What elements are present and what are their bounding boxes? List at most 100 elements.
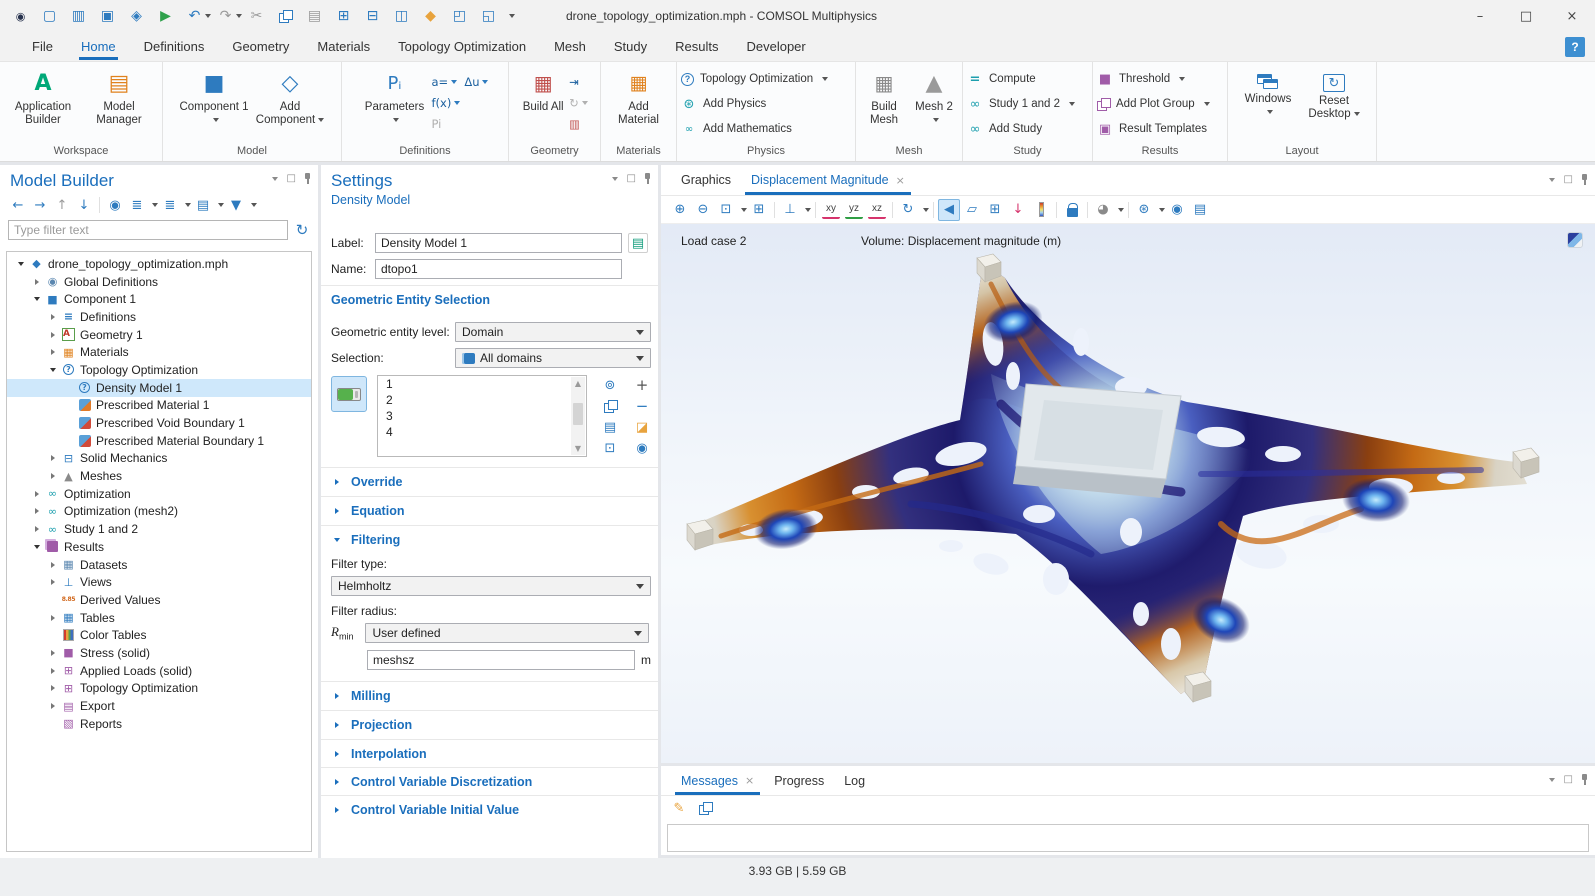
run-button[interactable]: ▶ (151, 3, 180, 29)
panel-pin-icon[interactable] (305, 173, 310, 184)
tree-item-topology-optimization-plot[interactable]: ⊞Topology Optimization (7, 680, 311, 698)
delete-button[interactable]: ⊟ (358, 3, 387, 29)
selection-list-scrollbar[interactable]: ▲ ▼ (571, 377, 585, 455)
filter-dropdown[interactable] (251, 203, 257, 207)
study-1-and-2-button[interactable]: ∞ Study 1 and 2 (963, 95, 1092, 113)
reset-desktop-button[interactable]: ↻ Reset Desktop (1302, 66, 1366, 121)
tree-item-definitions[interactable]: ≡Definitions (7, 308, 311, 326)
tree-item-topology-optimization[interactable]: ?Topology Optimization (7, 361, 311, 379)
show-selection-button[interactable]: ◉ (631, 438, 653, 458)
panel-pin-icon[interactable] (1582, 174, 1587, 185)
menu-home[interactable]: Home (67, 32, 130, 61)
go-forward-button[interactable]: → (30, 195, 50, 215)
create-selection-button[interactable]: ⊚ (599, 375, 621, 395)
close-tab-icon[interactable]: × (745, 774, 754, 787)
tree-item-optimization-mesh2[interactable]: ∞Optimization (mesh2) (7, 503, 311, 521)
menu-geometry[interactable]: Geometry (218, 32, 303, 61)
add-study-button[interactable]: ∞ Add Study (963, 120, 1092, 138)
selection-list-item[interactable]: 2 (378, 392, 586, 408)
virtual-operations-button[interactable]: ▥ (569, 116, 588, 132)
insert-sequence-button[interactable]: ⇥ (569, 74, 588, 90)
move-up-button[interactable]: ↑ (52, 195, 72, 215)
go-to-view-button[interactable]: ⊥ (779, 199, 801, 221)
add-component-button[interactable]: ◇ Add Component (254, 66, 326, 127)
section-override[interactable]: Override (321, 467, 658, 495)
model-manager-button[interactable]: ▤ Model Manager (83, 66, 155, 127)
add-to-selection-button[interactable]: + (631, 375, 653, 395)
menu-developer[interactable]: Developer (732, 32, 819, 61)
tree-item-density-model-1[interactable]: ?Density Model 1 (7, 379, 311, 397)
tree-item-global-definitions[interactable]: ◉Global Definitions (7, 273, 311, 291)
add-plot-group-button[interactable]: Add Plot Group (1093, 95, 1227, 113)
component-1-button[interactable]: ■ Component 1 (178, 66, 250, 127)
panel-menu-icon[interactable] (612, 177, 618, 181)
copy-button[interactable] (271, 3, 300, 29)
tree-item-prescribed-material-boundary-1[interactable]: Prescribed Material Boundary 1 (7, 432, 311, 450)
menu-results[interactable]: Results (661, 32, 732, 61)
collapse-all-button[interactable]: ≣ (127, 195, 147, 215)
find-button[interactable]: ◰ (445, 3, 474, 29)
close-button[interactable]: × (1549, 0, 1595, 32)
appearance-button[interactable]: ◕ (1092, 199, 1114, 221)
menu-definitions[interactable]: Definitions (130, 32, 219, 61)
copy-selection-button[interactable] (599, 396, 621, 416)
threshold-button[interactable]: ■ Threshold (1093, 70, 1227, 88)
minimize-button[interactable]: – (1457, 0, 1503, 32)
parameters-button[interactable]: Pᵢ Parameters (362, 66, 428, 127)
tree-item-geometry-1[interactable]: AGeometry 1 (7, 326, 311, 344)
cut-button[interactable]: ✂ (242, 3, 271, 29)
open-message-log-button[interactable] (695, 798, 715, 818)
scroll-up-icon[interactable]: ▲ (575, 377, 581, 390)
duplicate-button[interactable]: ⊞ (329, 3, 358, 29)
panel-pin-icon[interactable] (1582, 774, 1587, 785)
nonlocal-couplings-button[interactable]: Δu (464, 74, 488, 90)
tree-item-prescribed-void-boundary-1[interactable]: Prescribed Void Boundary 1 (7, 414, 311, 432)
entity-level-combo[interactable]: Domain (455, 322, 651, 342)
selection-list-item[interactable]: 4 (378, 424, 586, 440)
section-projection[interactable]: Projection (321, 710, 658, 738)
panel-float-icon[interactable]: □ (287, 173, 296, 184)
tab-displacement-magnitude[interactable]: Displacement Magnitude × (741, 165, 915, 195)
zoom-out-button[interactable]: ⊖ (692, 199, 714, 221)
messages-output[interactable] (667, 824, 1589, 852)
tab-progress[interactable]: Progress (764, 766, 834, 795)
select-button[interactable]: ◫ (387, 3, 416, 29)
menu-materials[interactable]: Materials (303, 32, 384, 61)
model-tree-filter-button[interactable]: ▼ (226, 195, 246, 215)
go-to-view-dropdown[interactable] (805, 208, 811, 212)
name-field-input[interactable] (375, 259, 622, 279)
node-text-button[interactable]: ▤ (193, 195, 213, 215)
scroll-down-icon[interactable]: ▼ (575, 442, 581, 455)
add-mathematics-button[interactable]: ∞ Add Mathematics (677, 120, 855, 138)
build-all-button[interactable]: ▦ Build All (521, 66, 565, 114)
rotate-dropdown[interactable] (923, 208, 929, 212)
section-milling[interactable]: Milling (321, 681, 658, 709)
tree-filter-input[interactable] (8, 220, 288, 240)
label-edit-button[interactable]: ▤ (628, 233, 648, 253)
application-builder-button[interactable]: A Application Builder (7, 66, 79, 127)
remove-from-selection-button[interactable]: − (631, 396, 653, 416)
windows-button[interactable]: Windows (1238, 66, 1298, 119)
expand-all-dropdown[interactable] (185, 203, 191, 207)
tree-item-component-1[interactable]: ■Component 1 (7, 290, 311, 308)
section-control-variable-initial-value[interactable]: Control Variable Initial Value (321, 795, 658, 823)
clear-messages-button[interactable]: ✎ (669, 798, 689, 818)
selection-list-item[interactable]: 3 (378, 408, 586, 424)
transparency-button[interactable]: ▱ (961, 199, 983, 221)
tree-item-export[interactable]: ▤Export (7, 697, 311, 715)
add-physics-button[interactable]: ⊛ Add Physics (677, 95, 855, 113)
paste-button[interactable]: ▤ (300, 3, 329, 29)
menu-mesh[interactable]: Mesh (540, 32, 600, 61)
panel-float-icon[interactable]: □ (1564, 174, 1573, 185)
rotate-button[interactable]: ↻ (897, 199, 919, 221)
zoom-box-button[interactable]: ⊡ (715, 199, 737, 221)
selection-combo[interactable]: All domains (455, 348, 651, 368)
view-xy-button[interactable]: xy (822, 201, 840, 219)
active-toggle-button[interactable] (331, 376, 367, 412)
selection-list[interactable]: 1 2 3 4 ▲ ▼ (377, 375, 587, 457)
save-button[interactable]: ▣ (93, 3, 122, 29)
tab-log[interactable]: Log (834, 766, 875, 795)
legend-popout-icon[interactable] (1567, 232, 1583, 248)
show-material-color-button[interactable]: ↓ (1007, 199, 1029, 221)
collapse-all-dropdown[interactable] (152, 203, 158, 207)
